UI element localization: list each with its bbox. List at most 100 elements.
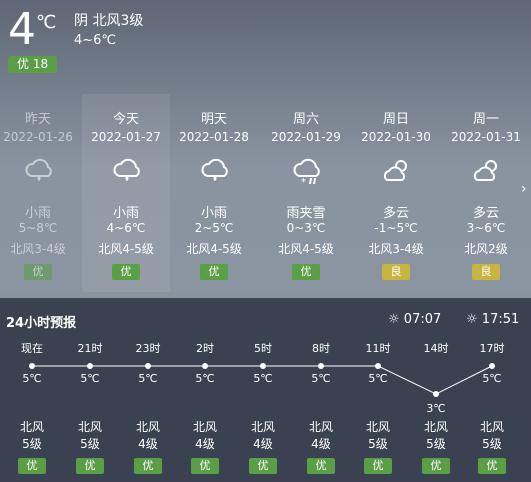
sunrise: ☼ 07:07 [388,312,441,327]
hour-time: 8时 [312,342,330,355]
day-aqi-badge: 优 [112,264,140,280]
day-column[interactable]: 明天 2022-01-28 小雨 2~5℃ 北风4-5级优 [170,94,258,292]
hour-aqi-badge: 优 [364,458,392,474]
hour-wind-level: 5级 [80,437,100,451]
day-aqi-badge: 良 [472,264,500,280]
day-aqi-badge: 良 [382,264,410,280]
day-date: 2022-01-27 [91,130,161,144]
day-column[interactable]: 周日 2022-01-30 多云 -1~5℃ 北风3-4级良 [352,94,440,292]
chevron-right-icon[interactable]: › [521,181,527,197]
rain-icon [112,156,142,186]
hour-wind-level: 4级 [311,437,331,451]
hour-wind-dir: 北风 [308,420,333,434]
hour-temp: 5℃ [195,372,215,385]
hour-time: 5时 [254,342,272,355]
hour-wind-dir: 北风 [365,420,390,434]
temp-point [489,363,495,369]
temp-point [202,363,208,369]
hour-time: 17时 [479,342,505,355]
day-column[interactable]: 昨天 2022-01-26 小雨 5~8℃ 北风3-4级优 [0,94,82,292]
sunset-time: 17:51 [481,312,520,327]
sleet-icon: * [292,156,322,188]
hour-wind-level: 4级 [195,437,215,451]
sunset: ☼ 17:51 [466,312,519,327]
hour-temp: 5℃ [22,372,42,385]
sunrise-icon: ☼ [388,312,400,327]
day-wind: 北风3-4级 [10,242,66,256]
hour-wind-dir: 北风 [423,420,448,434]
hour-wind-level: 5级 [426,437,446,451]
current-range: 4~6℃ [74,33,117,48]
hour-wind-level: 5级 [368,437,388,451]
sunset-icon: ☼ [466,312,478,327]
day-condition: 多云 [382,206,409,221]
day-name: 周一 [472,112,499,127]
hourly-forecast: 24小时预报 ☼ 07:07 ☼ 17:51 现在 5℃ 北风 5级优 21时 5℃ 北风 5… [0,298,531,482]
hour-temp: 5℃ [80,372,100,385]
day-aqi-badge: 优 [292,264,320,280]
current-temp: 4 [8,4,36,55]
hour-aqi-badge: 优 [76,458,104,474]
day-name: 今天 [112,112,139,127]
hour-aqi-badge: 优 [18,458,46,474]
hour-time: 现在 [21,342,43,355]
rain-icon [200,156,230,186]
hour-wind-level: 5级 [482,437,502,451]
hour-wind-dir: 北风 [250,420,275,434]
day-column[interactable]: 今天 2022-01-27 小雨 4~6℃ 北风4-5级优 [82,94,170,292]
current-condition: 阴 北风3级 [74,13,144,29]
hour-wind-dir: 北风 [19,420,44,434]
hour-temp: 5℃ [368,372,388,385]
hour-time: 2时 [196,342,214,355]
day-temp-range: 5~8℃ [18,221,58,235]
hour-temp: 5℃ [138,372,158,385]
current-weather: 4 ℃ 阴 北风3级 4~6℃ 优 18 [0,0,531,90]
day-wind: 北风4-5级 [186,242,242,256]
hour-temp: 5℃ [253,372,273,385]
daily-forecast: 昨天 2022-01-26 小雨 5~8℃ 北风3-4级优今天 2022-01-27 小雨 4… [0,94,531,292]
day-date: 2022-01-26 [3,130,73,144]
hour-wind-level: 4级 [138,437,158,451]
temp-point [260,363,266,369]
temp-point [318,363,324,369]
day-temp-range: 3~6℃ [466,221,506,235]
day-temp-range: 0~3℃ [286,221,326,235]
day-date: 2022-01-31 [451,130,521,144]
temp-point [87,363,93,369]
hour-aqi-badge: 优 [307,458,335,474]
hour-temp: 3℃ [426,402,446,415]
day-wind: 北风2级 [464,242,508,256]
hour-wind-dir: 北风 [479,420,504,434]
hour-time: 21时 [77,342,103,355]
hour-wind-dir: 北风 [77,420,102,434]
day-temp-range: 4~6℃ [106,221,146,235]
hour-aqi-badge: 优 [134,458,162,474]
hour-wind-level: 5级 [22,437,42,451]
day-name: 周六 [292,112,319,127]
day-wind: 北风4-5级 [278,242,334,256]
day-temp-range: 2~5℃ [194,221,234,235]
day-date: 2022-01-30 [361,130,431,144]
hour-aqi-badge: 优 [422,458,450,474]
hourly-title: 24小时预报 [6,316,77,331]
day-condition: 小雨 [112,206,139,221]
temp-unit: ℃ [36,12,57,33]
hour-aqi-badge: 优 [191,458,219,474]
hour-time: 23时 [135,342,161,355]
day-column[interactable]: 周六 2022-01-29 * 雨夹雪 0~3℃ 北风4-5级优 [262,94,350,292]
day-column[interactable]: 周一 2022-01-31 多云 3~6℃ 北风2级良 [442,94,530,292]
day-name: 昨天 [24,112,51,127]
day-aqi-badge: 优 [24,264,52,280]
hour-wind-dir: 北风 [192,420,217,434]
day-temp-range: -1~5℃ [374,221,418,235]
day-wind: 北风3-4级 [368,242,424,256]
hour-aqi-badge: 优 [249,458,277,474]
partly-cloudy-icon [382,156,412,186]
sunrise-time: 07:07 [403,312,442,327]
day-condition: 雨夹雪 [286,206,326,221]
day-date: 2022-01-28 [179,130,249,144]
rain-icon [24,156,54,186]
svg-text:*: * [301,177,306,186]
temp-point [29,363,35,369]
day-name: 周日 [382,112,409,127]
